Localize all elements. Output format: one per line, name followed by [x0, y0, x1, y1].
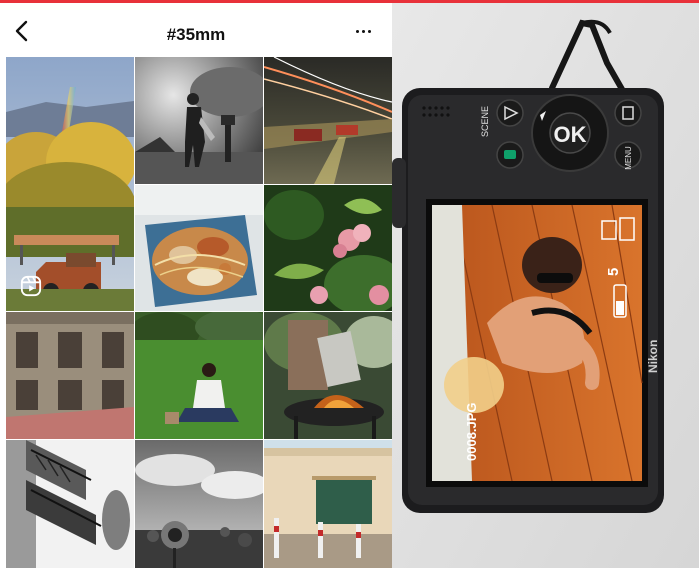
menu-label: MENU — [624, 146, 633, 170]
chevron-left-icon[interactable] — [10, 19, 34, 43]
post-thumbnail-noodle-bowl[interactable] — [135, 185, 263, 311]
post-thumbnail-beige-building[interactable] — [264, 440, 392, 568]
post-thumbnail-pink-flowers[interactable] — [264, 185, 392, 311]
post-thumbnail-sunflower[interactable] — [135, 440, 263, 568]
post-thumbnail-fire-escape[interactable] — [6, 440, 134, 568]
camera-brand: Nikon — [646, 340, 660, 373]
more-horizontal-icon[interactable] — [352, 23, 376, 39]
shots-remaining: 5 — [605, 268, 622, 276]
hashtag-header: #35mm — [0, 3, 392, 57]
reels-icon — [20, 275, 42, 297]
page-title: #35mm — [166, 25, 226, 44]
post-thumbnail-bw-street[interactable] — [135, 57, 263, 184]
delete-button[interactable] — [614, 99, 642, 127]
scene-label: SCENE — [480, 106, 490, 137]
hashtag-feed-screenshot: #35mm — [0, 3, 392, 568]
post-thumbnail-person-grass[interactable] — [135, 312, 263, 439]
post-thumbnail-tunnel-lights[interactable] — [264, 57, 392, 184]
post-thumbnail-building[interactable] — [6, 312, 134, 439]
camera-back-photo: OK MENU SCENE 5 0008.JPG Nikon — [392, 3, 699, 568]
post-thumbnail-grilling[interactable] — [264, 312, 392, 439]
ok-label: OK — [554, 122, 587, 147]
file-name: 0008.JPG — [464, 402, 479, 461]
playback-button[interactable] — [496, 99, 524, 127]
photo-grid — [6, 57, 392, 568]
post-thumbnail-rainbow-truck[interactable] — [6, 57, 134, 311]
